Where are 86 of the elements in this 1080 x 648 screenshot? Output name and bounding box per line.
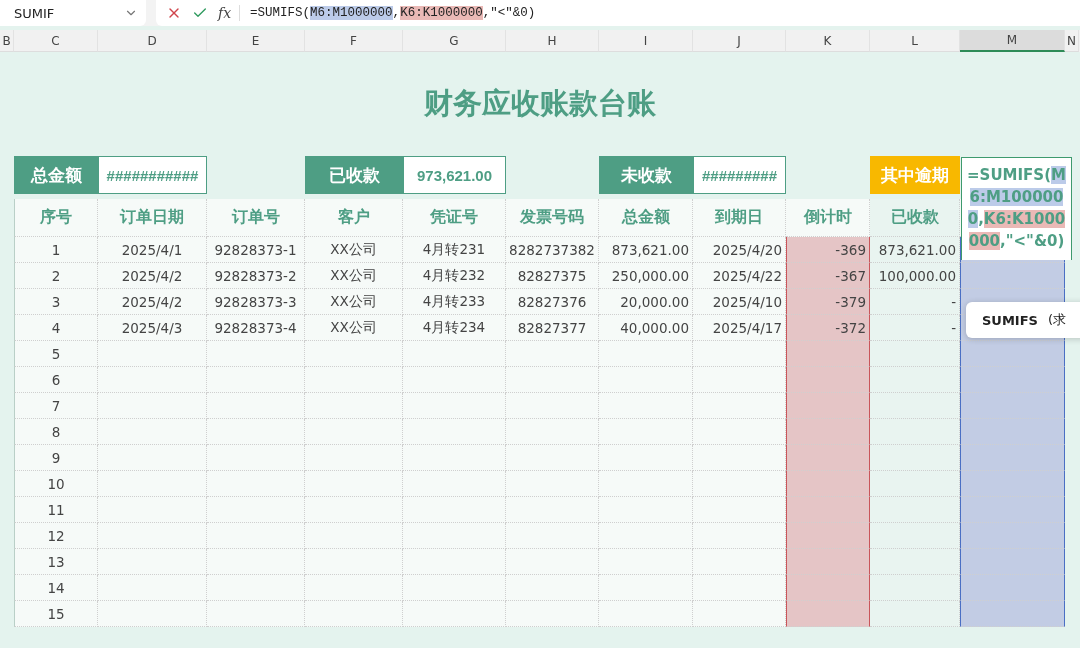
table-cell: 100,000.00 (870, 263, 960, 289)
summary-value: ########### (98, 156, 207, 194)
column-header[interactable]: M (960, 30, 1065, 52)
table-cell: 873,621.00 (599, 237, 693, 263)
table-cell: 82827376 (506, 289, 599, 315)
table-cell: 250,000.00 (599, 263, 693, 289)
table-cell: 13 (14, 549, 98, 575)
table-cell: 92828373-3 (207, 289, 305, 315)
table-cell: 2 (14, 263, 98, 289)
table-cell: 2025/4/17 (693, 315, 786, 341)
column-header[interactable]: B (0, 30, 14, 52)
table-cell: -369 (786, 237, 870, 263)
table-cell: 40,000.00 (599, 315, 693, 341)
name-box[interactable]: SUMIF (0, 0, 146, 26)
table-cell: 3 (14, 289, 98, 315)
table-cell: -367 (786, 263, 870, 289)
summary-label: 已收款 (305, 156, 403, 194)
table-cell: 12 (14, 523, 98, 549)
table-cell: 2025/4/10 (693, 289, 786, 315)
summary-label: 总金额 (14, 156, 98, 194)
table-cell: 2025/4/2 (98, 263, 207, 289)
column-heading: 到期日 (693, 199, 786, 237)
table-cell: -372 (786, 315, 870, 341)
table-cell: 92828373-2 (207, 263, 305, 289)
function-tooltip: SUMIFS (求 (966, 302, 1080, 338)
table-cell: 82827377 (506, 315, 599, 341)
table-cell: 11 (14, 497, 98, 523)
summary-value: 973,621.00 (403, 156, 506, 194)
column-heading: 凭证号 (403, 199, 506, 237)
table-cell: XX公司 (305, 315, 403, 341)
table-cell: 92828373-1 (207, 237, 305, 263)
column-header[interactable]: G (403, 30, 506, 52)
column-header[interactable]: N (1065, 30, 1079, 52)
table-cell: 4月转231 (403, 237, 506, 263)
column-header[interactable]: K (786, 30, 870, 52)
summary-label: 其中逾期 (870, 156, 960, 194)
table-cell: 6 (14, 367, 98, 393)
sheet-title: 财务应收账款台账 (424, 85, 656, 122)
table-cell: 15 (14, 601, 98, 627)
column-header[interactable]: L (870, 30, 960, 52)
table-cell: - (870, 289, 960, 315)
column-heading: 发票号码 (506, 199, 599, 237)
formula-field[interactable]: fx =SUMIFS(M6:M1000000,K6:K1000000,″<″&0) (156, 0, 1080, 26)
table-cell: 4月转233 (403, 289, 506, 315)
column-heading: 总金额 (599, 199, 693, 237)
table-cell: 2025/4/3 (98, 315, 207, 341)
column-header[interactable]: H (506, 30, 599, 52)
table-cell: 4月转232 (403, 263, 506, 289)
table-cell: 8282737382 (506, 237, 599, 263)
table-cell: 873,621.00 (870, 237, 960, 263)
column-header[interactable]: I (599, 30, 693, 52)
table-cell: XX公司 (305, 289, 403, 315)
column-heading: 已收款 (870, 199, 960, 237)
column-heading: 订单号 (207, 199, 305, 237)
table-cell: XX公司 (305, 237, 403, 263)
column-header[interactable]: J (693, 30, 786, 52)
column-header[interactable]: F (305, 30, 403, 52)
table-cell: - (870, 315, 960, 341)
table-cell: 82827375 (506, 263, 599, 289)
table-cell: 2025/4/20 (693, 237, 786, 263)
table-cell: 1 (14, 237, 98, 263)
table-cell: 5 (14, 341, 98, 367)
column-heading: 客户 (305, 199, 403, 237)
column-heading: 序号 (14, 199, 98, 237)
table-cell: 20,000.00 (599, 289, 693, 315)
table-cell: 2025/4/22 (693, 263, 786, 289)
table-cell: 2025/4/1 (98, 237, 207, 263)
table-cell: XX公司 (305, 263, 403, 289)
table-cell: 8 (14, 419, 98, 445)
table-cell: 4月转234 (403, 315, 506, 341)
table-cell: 7 (14, 393, 98, 419)
table-cell: 9 (14, 445, 98, 471)
column-header[interactable]: E (207, 30, 305, 52)
summary-value: ######### (693, 156, 786, 194)
column-heading: 订单日期 (98, 199, 207, 237)
table-cell: 4 (14, 315, 98, 341)
table-cell: 2025/4/2 (98, 289, 207, 315)
table-cell: -379 (786, 289, 870, 315)
summary-label: 未收款 (599, 156, 693, 194)
column-heading: 倒计时 (786, 199, 870, 237)
table-cell: 92828373-4 (207, 315, 305, 341)
table-cell: 10 (14, 471, 98, 497)
table-cell: 14 (14, 575, 98, 601)
fx-label[interactable]: fx (218, 5, 241, 21)
column-header[interactable]: C (14, 30, 98, 52)
column-header[interactable]: D (98, 30, 207, 52)
